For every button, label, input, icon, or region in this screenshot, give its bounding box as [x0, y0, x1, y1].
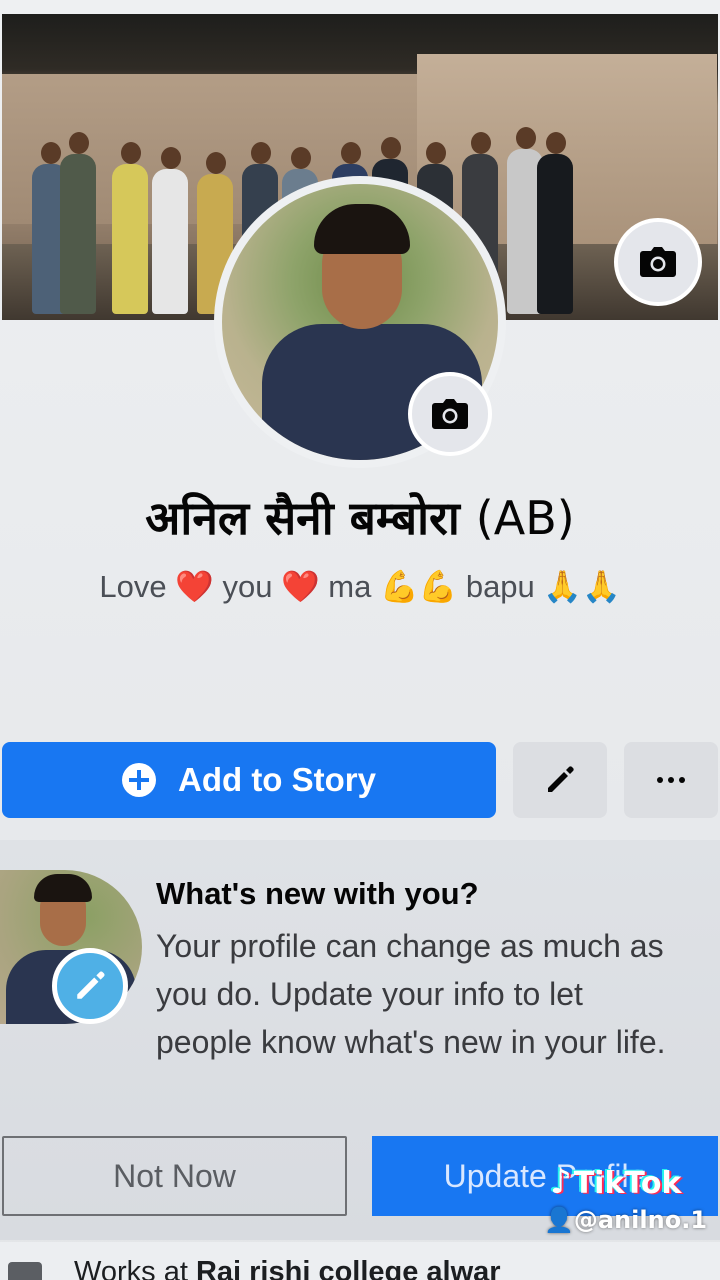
plus-circle-icon: [122, 763, 156, 797]
avatar-camera-button[interactable]: [408, 372, 492, 456]
profile-bio: Love ❤️ you ❤️ ma 💪💪 bapu 🙏🙏: [0, 568, 720, 605]
not-now-button[interactable]: Not Now: [2, 1136, 347, 1216]
tiktok-brand: TikTok: [573, 1166, 682, 1201]
profile-name-devanagari: अनिल सैनी बम्बोरा: [145, 491, 460, 545]
edit-profile-button[interactable]: [513, 742, 607, 818]
edit-badge: [52, 948, 128, 1024]
pencil-icon: [548, 766, 574, 792]
user-icon: 👤: [544, 1206, 574, 1234]
add-to-story-button[interactable]: Add to Story: [2, 742, 496, 818]
more-options-button[interactable]: [624, 742, 718, 818]
bio-word: Love: [99, 569, 167, 604]
tiktok-username: 👤@anilno.1: [544, 1206, 707, 1234]
works-place[interactable]: Raj rishi college alwar: [196, 1256, 501, 1280]
muscle-emoji: 💪💪: [380, 569, 458, 604]
cover-camera-button[interactable]: [614, 218, 702, 306]
card-title: What's new with you?: [156, 876, 479, 911]
music-note-icon: ♪: [550, 1162, 572, 1202]
pencil-icon: [77, 971, 105, 999]
briefcase-icon: [8, 1262, 42, 1280]
profile-name: अनिल सैनी बम्बोरा (AB): [0, 486, 720, 548]
works-at-row: Works at Raj rishi college alwar: [0, 1242, 720, 1280]
camera-icon: [640, 247, 676, 277]
bio-word: bapu: [465, 569, 535, 604]
bio-word: ma: [328, 569, 372, 604]
works-at-text: Works at Raj rishi college alwar: [74, 1256, 501, 1280]
profile-name-suffix: (AB): [475, 491, 575, 545]
bio-word: you: [222, 569, 273, 604]
pray-emoji: 🙏🙏: [543, 569, 621, 604]
add-to-story-label: Add to Story: [178, 761, 376, 798]
heart-emoji: ❤️: [175, 569, 214, 604]
more-dots-icon: [657, 777, 685, 783]
tiktok-watermark: ♪TikTok 👤@anilno.1: [544, 1160, 714, 1240]
card-body-text: Your profile can change as much as you d…: [156, 928, 666, 1060]
profile-screen: अनिल सैनी बम्बोरा (AB) Love ❤️ you ❤️ ma…: [0, 0, 720, 1280]
works-prefix: Works at: [74, 1256, 188, 1280]
camera-icon: [432, 399, 468, 429]
heart-emoji: ❤️: [281, 569, 320, 604]
tiktok-logo: ♪TikTok: [550, 1162, 681, 1202]
tiktok-handle: @anilno.1: [573, 1206, 708, 1234]
